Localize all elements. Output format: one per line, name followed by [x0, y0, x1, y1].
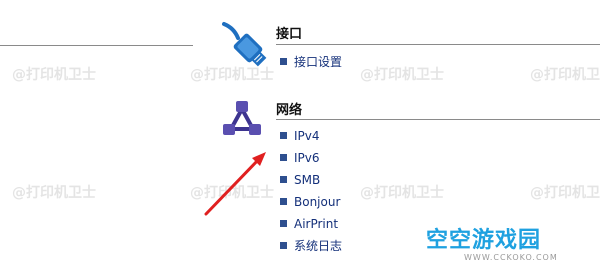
bullet-icon — [280, 132, 287, 139]
menu-link[interactable]: IPv6 — [294, 150, 320, 166]
menu-link[interactable]: SMB — [294, 172, 320, 188]
bullet-icon — [280, 198, 287, 205]
divider-network — [276, 119, 600, 120]
watermark: @打印机卫士 — [12, 67, 96, 83]
bullet-icon — [280, 220, 287, 227]
watermark: @打印机卫士 — [360, 67, 444, 83]
network-icon — [223, 101, 261, 135]
watermark: @打印机卫士 — [360, 185, 444, 201]
watermark: @打印机卫士 — [12, 185, 96, 201]
site-logo: 空空游戏园 WWW.CCKOKO.COM — [400, 216, 600, 266]
bullet-icon — [280, 154, 287, 161]
divider-interface — [276, 44, 600, 45]
section-title-network: 网络 — [276, 103, 303, 118]
annotation-arrow-icon — [204, 152, 266, 216]
bullet-icon — [280, 58, 287, 65]
watermark: @打印机卫士 — [530, 185, 600, 201]
bullet-icon — [280, 176, 287, 183]
menu-link[interactable]: Bonjour — [294, 194, 340, 210]
cable-connector-icon — [222, 22, 267, 67]
logo-text: 空空游戏园 — [426, 228, 542, 253]
bullet-icon — [280, 242, 287, 249]
section-title-interface: 接口 — [276, 27, 303, 42]
menu-link[interactable]: IPv4 — [294, 128, 320, 144]
menu-link[interactable]: 接口设置 — [294, 54, 342, 70]
watermark: @打印机卫士 — [530, 67, 600, 83]
divider-left — [0, 45, 193, 46]
menu-link[interactable]: AirPrint — [294, 216, 338, 232]
logo-url: WWW.CCKOKO.COM — [464, 253, 558, 262]
menu-link[interactable]: 系统日志 — [294, 238, 342, 254]
